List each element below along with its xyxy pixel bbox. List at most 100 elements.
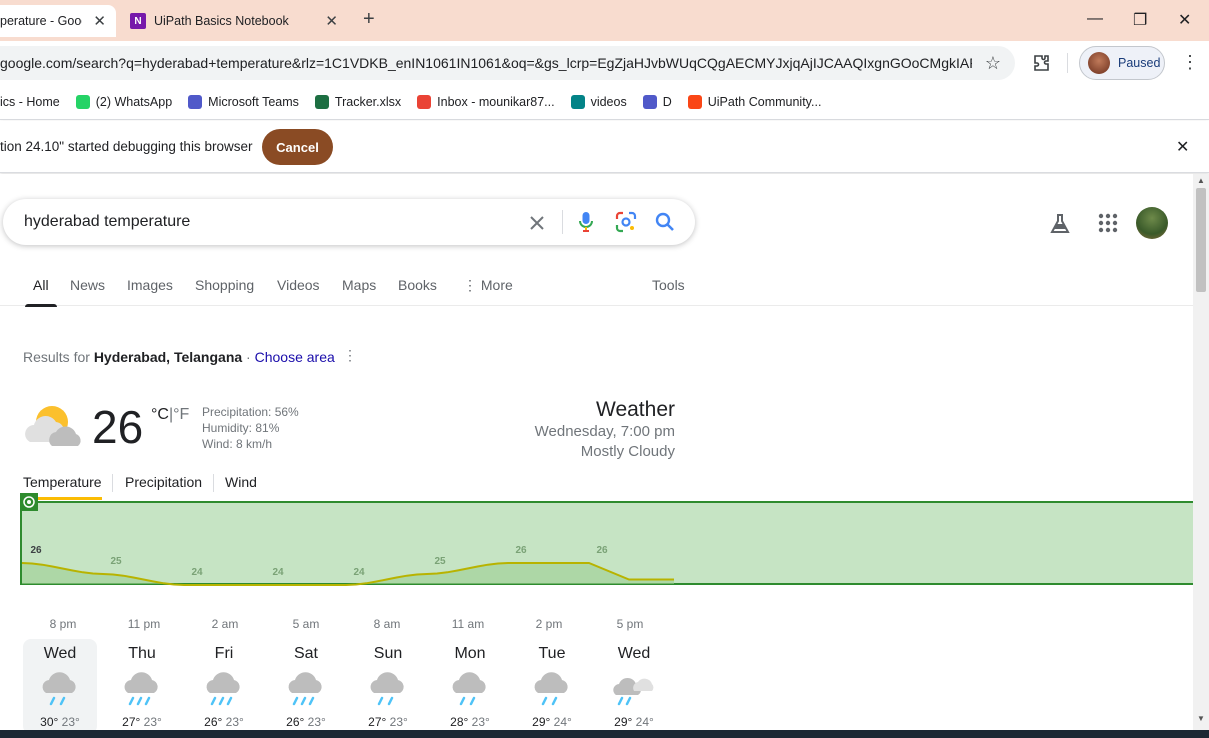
search-input[interactable]: hyderabad temperature [24, 213, 190, 231]
bookmark-item[interactable]: Tracker.xlsx [314, 95, 401, 109]
temperature-units: °C|°F [151, 406, 189, 424]
day-temps: 27° 23° [105, 715, 179, 729]
search-labs-flask-icon[interactable] [1048, 212, 1072, 236]
tab-shopping[interactable]: Shopping [195, 277, 254, 293]
google-apps-icon[interactable] [1097, 212, 1119, 234]
day-temps: 29° 24° [597, 715, 671, 729]
choose-area-link[interactable]: Choose area [255, 349, 335, 365]
bookmark-item[interactable]: videos [570, 95, 627, 109]
day-temps: 26° 23° [269, 715, 343, 729]
celsius-toggle[interactable]: °C [151, 406, 169, 423]
excel-icon [314, 95, 329, 109]
hour-label: 8 am [373, 617, 401, 631]
restore-icon[interactable]: ❐ [1133, 10, 1147, 30]
weather-condition: Mostly Cloudy [580, 443, 675, 460]
profile-status: Paused [1118, 56, 1161, 70]
mostly-cloudy-icon [25, 406, 81, 446]
temperature-data-label: 25 [434, 556, 446, 567]
hour-label: 2 pm [535, 617, 563, 631]
forecast-day[interactable]: Thu 27° 23° [105, 639, 179, 730]
selection-handle-icon[interactable] [20, 493, 38, 511]
google-lens-icon[interactable] [615, 211, 637, 233]
day-low: 23° [225, 715, 244, 729]
bookmark-label: Inbox - mounikar87... [437, 95, 555, 109]
tab-title: UiPath Basics Notebook [154, 14, 289, 28]
wind-text: Wind: 8 km/h [202, 437, 273, 451]
rain-icon [38, 669, 82, 709]
address-bar[interactable]: google.com/search?q=hyderabad+temperatur… [0, 46, 1015, 80]
bookmark-star-icon[interactable]: ☆ [985, 53, 1001, 74]
teams-icon [642, 95, 657, 109]
day-name: Thu [128, 645, 156, 662]
forecast-day[interactable]: Wed 30° 23° [23, 639, 97, 730]
temperature-data-label: 25 [110, 556, 122, 567]
bookmark-label: (2) WhatsApp [95, 95, 173, 109]
tab-books[interactable]: Books [398, 277, 437, 293]
new-tab-button[interactable]: + [363, 8, 375, 31]
tab-close-icon[interactable]: ✕ [325, 12, 338, 30]
cancel-debugging-button[interactable]: Cancel [262, 129, 333, 165]
window-close-icon[interactable]: ✕ [1178, 10, 1191, 30]
day-temps: 26° 23° [187, 715, 261, 729]
bookmark-item[interactable]: Microsoft Teams [188, 95, 299, 109]
tab-google-search[interactable]: perature - Goog ✕ [0, 5, 116, 37]
browser-menu-icon[interactable]: ⋮ [1181, 52, 1199, 73]
profile-button[interactable]: Paused [1079, 46, 1165, 80]
minimize-icon[interactable]: — [1087, 10, 1103, 28]
tab-images[interactable]: Images [127, 277, 173, 293]
tab-precipitation[interactable]: Precipitation [125, 474, 202, 490]
bookmark-item[interactable]: (2) WhatsApp [75, 95, 173, 109]
day-high: 29° [614, 715, 633, 729]
location-options-icon[interactable]: ⋮ [343, 347, 357, 364]
voice-search-mic-icon[interactable] [578, 211, 594, 233]
tab-strip: perature - Goog ✕ N UiPath Basics Notebo… [0, 0, 1209, 41]
fahrenheit-toggle[interactable]: °F [173, 406, 189, 423]
temperature-chart[interactable]: 26 25 24 24 24 25 26 26 [20, 493, 1193, 605]
hour-label: 8 pm [49, 617, 77, 631]
google-account-avatar[interactable] [1136, 207, 1168, 239]
bookmark-item[interactable]: ics - Home [0, 95, 60, 109]
day-low: 23° [143, 715, 162, 729]
tab-close-icon[interactable]: ✕ [93, 12, 106, 30]
scroll-up-icon[interactable]: ▲ [1197, 176, 1205, 185]
bookmark-label: D [662, 95, 672, 109]
tab-all[interactable]: All [25, 277, 56, 307]
gmail-icon [417, 95, 432, 109]
address-url[interactable]: google.com/search?q=hyderabad+temperatur… [0, 55, 972, 71]
results-prefix: Results for [23, 349, 94, 365]
forecast-day[interactable]: Fri 26° 23° [187, 639, 261, 730]
day-high: 27° [368, 715, 387, 729]
browser-toolbar: google.com/search?q=hyderabad+temperatur… [0, 41, 1209, 85]
temperature-data-label: 26 [30, 545, 42, 556]
infobar-close-icon[interactable]: ✕ [1176, 137, 1189, 157]
tab-news[interactable]: News [70, 277, 105, 293]
forecast-day[interactable]: Mon 28° 23° [433, 639, 507, 730]
tab-temperature[interactable]: Temperature [23, 474, 102, 500]
bookmark-label: Microsoft Teams [208, 95, 299, 109]
clear-search-icon[interactable] [527, 213, 547, 233]
hour-label: 5 pm [616, 617, 644, 631]
tab-uipath-notebook[interactable]: N UiPath Basics Notebook ✕ [118, 5, 350, 37]
forecast-day[interactable]: Sat 26° 23° [269, 639, 343, 730]
day-name: Wed [43, 645, 77, 662]
scroll-down-icon[interactable]: ▼ [1197, 714, 1205, 723]
day-high: 26° [204, 715, 223, 729]
heavy-rain-icon [120, 669, 164, 709]
forecast-day[interactable]: Wed 29° 24° [597, 639, 671, 730]
tab-maps[interactable]: Maps [342, 277, 376, 293]
bookmark-item[interactable]: UiPath Community... [687, 95, 821, 109]
bookmark-item[interactable]: D [642, 95, 672, 109]
page-scrollbar[interactable]: ▲ ▼ [1193, 174, 1209, 730]
tab-videos[interactable]: Videos [277, 277, 320, 293]
bookmark-item[interactable]: Inbox - mounikar87... [417, 95, 555, 109]
tools-button[interactable]: Tools [652, 277, 685, 293]
extensions-puzzle-icon[interactable] [1031, 53, 1051, 73]
forecast-day[interactable]: Tue 29° 24° [515, 639, 589, 730]
scrollbar-thumb[interactable] [1196, 188, 1206, 292]
search-icon[interactable] [655, 212, 675, 232]
debugging-infobar: tion 24.10" started debugging this brows… [0, 121, 1209, 173]
weather-details: Precipitation: 56% Humidity: 81% Wind: 8… [202, 404, 299, 452]
forecast-day[interactable]: Sun 27° 23° [351, 639, 425, 730]
tab-wind[interactable]: Wind [225, 474, 257, 490]
more-tabs-button[interactable]: ⋮ More [463, 277, 513, 294]
